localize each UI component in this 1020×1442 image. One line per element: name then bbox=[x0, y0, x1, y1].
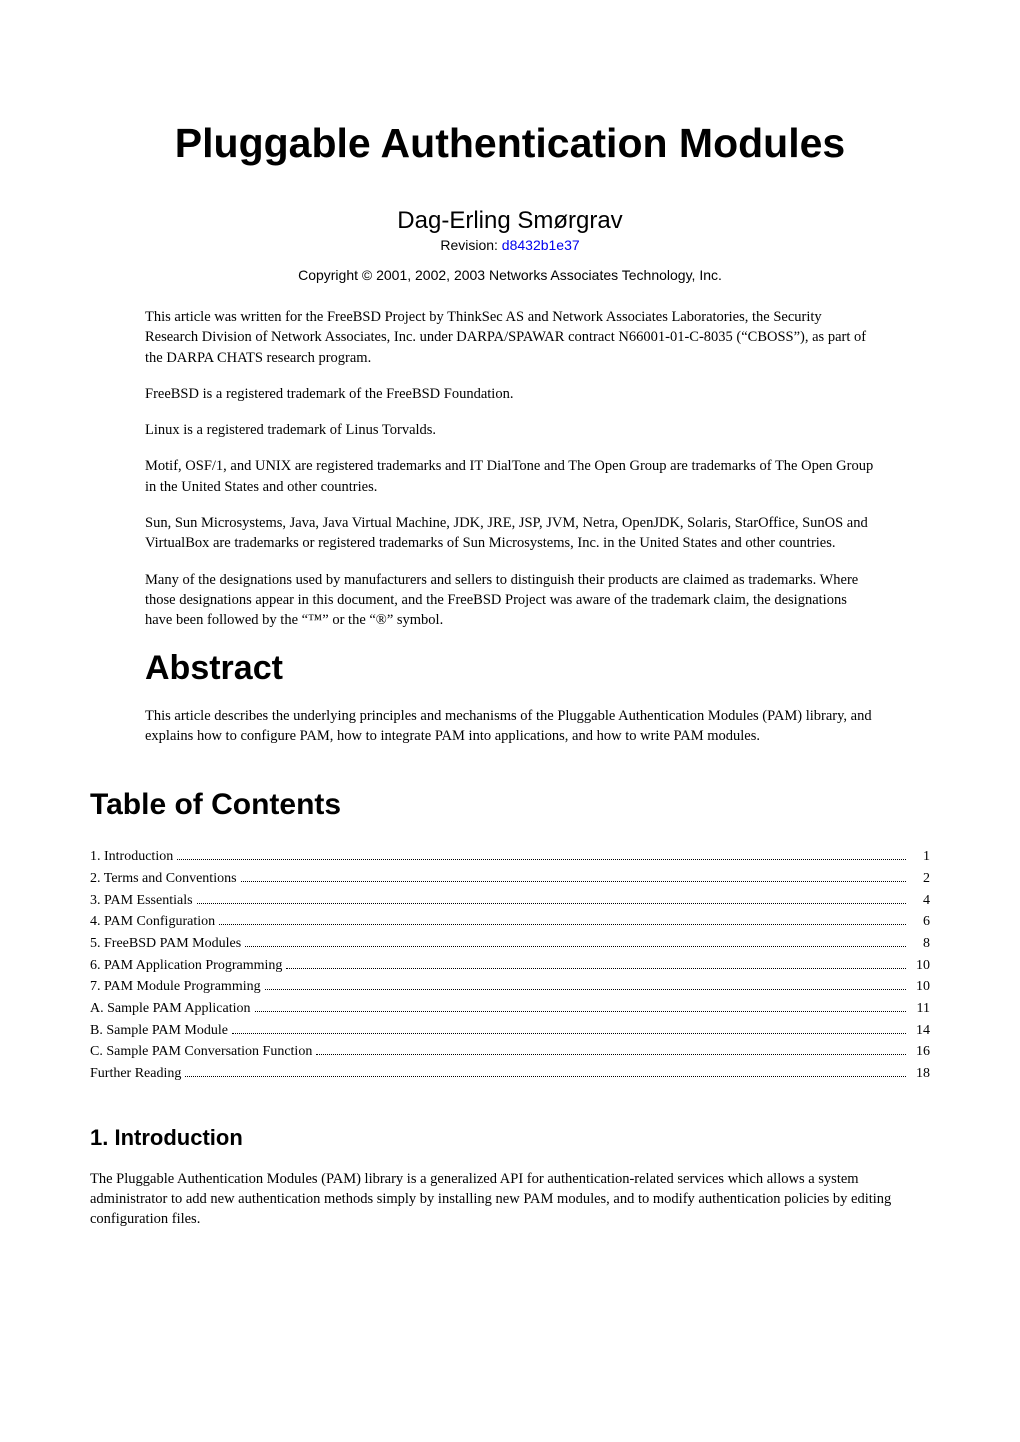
section-introduction-text: The Pluggable Authentication Modules (PA… bbox=[90, 1169, 930, 1230]
toc-entry[interactable]: 1. Introduction 1 bbox=[90, 846, 930, 868]
toc-heading: Table of Contents bbox=[90, 788, 930, 822]
abstract-text: This article describes the underlying pr… bbox=[90, 706, 930, 747]
toc-entry[interactable]: 4. PAM Configuration 6 bbox=[90, 911, 930, 933]
toc-page-number: 1 bbox=[910, 846, 930, 868]
abstract-heading: Abstract bbox=[90, 649, 930, 688]
toc-label: 5. FreeBSD PAM Modules bbox=[90, 933, 241, 955]
revision-label: Revision: bbox=[440, 237, 501, 253]
toc-label: C. Sample PAM Conversation Function bbox=[90, 1041, 312, 1063]
revision-link[interactable]: d8432b1e37 bbox=[502, 237, 580, 253]
revision-line: Revision: d8432b1e37 bbox=[90, 237, 930, 253]
toc-entry[interactable]: 7. PAM Module Programming 10 bbox=[90, 976, 930, 998]
toc-label: 3. PAM Essentials bbox=[90, 890, 193, 912]
copyright-line: Copyright © 2001, 2002, 2003 Networks As… bbox=[90, 267, 930, 283]
toc-leader-dots bbox=[185, 1076, 906, 1077]
toc-entry[interactable]: B. Sample PAM Module 14 bbox=[90, 1020, 930, 1042]
legal-notices: This article was written for the FreeBSD… bbox=[90, 307, 930, 631]
notice-paragraph: FreeBSD is a registered trademark of the… bbox=[145, 384, 875, 404]
toc-page-number: 14 bbox=[910, 1020, 930, 1042]
toc-entry[interactable]: 3. PAM Essentials 4 bbox=[90, 890, 930, 912]
toc-label: A. Sample PAM Application bbox=[90, 998, 251, 1020]
toc-leader-dots bbox=[241, 881, 906, 882]
toc-leader-dots bbox=[177, 859, 906, 860]
toc-leader-dots bbox=[197, 903, 906, 904]
toc-leader-dots bbox=[232, 1033, 906, 1034]
toc-page-number: 10 bbox=[910, 976, 930, 998]
toc-page-number: 18 bbox=[910, 1063, 930, 1085]
toc-label: 7. PAM Module Programming bbox=[90, 976, 261, 998]
toc-label: Further Reading bbox=[90, 1063, 181, 1085]
toc-leader-dots bbox=[245, 946, 906, 947]
toc-leader-dots bbox=[265, 989, 906, 990]
toc-entry[interactable]: 6. PAM Application Programming 10 bbox=[90, 955, 930, 977]
toc-page-number: 8 bbox=[910, 933, 930, 955]
toc-entry[interactable]: Further Reading 18 bbox=[90, 1063, 930, 1085]
toc-entry[interactable]: A. Sample PAM Application 11 bbox=[90, 998, 930, 1020]
toc-entry[interactable]: 2. Terms and Conventions 2 bbox=[90, 868, 930, 890]
notice-paragraph: Motif, OSF/1, and UNIX are registered tr… bbox=[145, 456, 875, 497]
toc-label: B. Sample PAM Module bbox=[90, 1020, 228, 1042]
toc-label: 6. PAM Application Programming bbox=[90, 955, 282, 977]
toc-page-number: 6 bbox=[910, 911, 930, 933]
toc-page-number: 16 bbox=[910, 1041, 930, 1063]
toc-leader-dots bbox=[286, 968, 906, 969]
toc-label: 4. PAM Configuration bbox=[90, 911, 215, 933]
toc-leader-dots bbox=[219, 924, 906, 925]
toc-label: 2. Terms and Conventions bbox=[90, 868, 237, 890]
notice-paragraph: Sun, Sun Microsystems, Java, Java Virtua… bbox=[145, 513, 875, 554]
notice-paragraph: Many of the designations used by manufac… bbox=[145, 570, 875, 631]
toc-page-number: 11 bbox=[910, 998, 930, 1020]
notice-paragraph: Linux is a registered trademark of Linus… bbox=[145, 420, 875, 440]
toc-entry[interactable]: C. Sample PAM Conversation Function 16 bbox=[90, 1041, 930, 1063]
toc-page-number: 2 bbox=[910, 868, 930, 890]
notice-paragraph: This article was written for the FreeBSD… bbox=[145, 307, 875, 368]
toc-entry[interactable]: 5. FreeBSD PAM Modules 8 bbox=[90, 933, 930, 955]
document-title: Pluggable Authentication Modules bbox=[90, 120, 930, 167]
table-of-contents: 1. Introduction 1 2. Terms and Conventio… bbox=[90, 846, 930, 1085]
toc-label: 1. Introduction bbox=[90, 846, 173, 868]
toc-leader-dots bbox=[255, 1011, 907, 1012]
toc-page-number: 10 bbox=[910, 955, 930, 977]
toc-leader-dots bbox=[316, 1054, 906, 1055]
toc-page-number: 4 bbox=[910, 890, 930, 912]
author-name: Dag-Erling Smørgrav bbox=[90, 207, 930, 235]
section-introduction-heading: 1. Introduction bbox=[90, 1125, 930, 1151]
